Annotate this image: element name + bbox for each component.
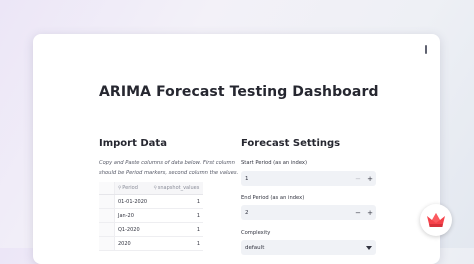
row-index-cell xyxy=(99,236,115,251)
row-index-cell xyxy=(99,194,115,209)
column-type-icon: ⚲ xyxy=(118,186,122,191)
start-period-value[interactable]: 1 xyxy=(241,176,352,182)
column-type-icon: ⚲ xyxy=(153,186,157,191)
table-header-row: ⚲Period ⚲snapshot_values xyxy=(99,182,203,195)
data-editor-table[interactable]: ⚲Period ⚲snapshot_values 01-01-2020 1 Ja… xyxy=(99,182,203,251)
row-index-cell xyxy=(99,222,115,237)
period-cell[interactable]: Jan-20 xyxy=(114,208,151,223)
end-period-value[interactable]: 2 xyxy=(241,210,352,216)
forecast-settings-heading: Forecast Settings xyxy=(241,138,341,149)
page-title: ARIMA Forecast Testing Dashboard xyxy=(99,84,379,100)
column-header-period[interactable]: ⚲Period xyxy=(114,182,151,195)
end-period-input[interactable]: 2 − + xyxy=(241,205,376,220)
value-cell[interactable]: 1 xyxy=(150,236,203,251)
forecast-settings-section: Forecast Settings Start Period (as an in… xyxy=(241,138,376,255)
kebab-menu-icon[interactable] xyxy=(421,43,431,55)
complexity-label: Complexity xyxy=(241,230,271,236)
table-row: 2020 1 xyxy=(99,236,203,251)
period-cell[interactable]: 01-01-2020 xyxy=(114,194,151,209)
end-period-decrement-button[interactable]: − xyxy=(352,205,364,220)
import-instructions: Copy and Paste columns of data below. Fi… xyxy=(99,160,239,176)
period-cell[interactable]: Q1-2020 xyxy=(114,222,151,237)
value-cell[interactable]: 1 xyxy=(150,208,203,223)
table-row: Q1-2020 1 xyxy=(99,222,203,237)
period-cell[interactable]: 2020 xyxy=(114,236,151,251)
column-header-values[interactable]: ⚲snapshot_values xyxy=(150,182,203,195)
start-period-label: Start Period (as an index) xyxy=(241,160,308,166)
crown-icon[interactable] xyxy=(420,204,452,236)
table-row: Jan-20 1 xyxy=(99,208,203,223)
end-period-label: End Period (as an index) xyxy=(241,195,305,201)
index-header xyxy=(99,182,115,195)
row-index-cell xyxy=(99,208,115,223)
start-period-input[interactable]: 1 − + xyxy=(241,171,376,186)
import-data-section: Import Data Copy and Paste columns of da… xyxy=(99,138,239,251)
start-period-decrement-button[interactable]: − xyxy=(352,171,364,186)
import-data-heading: Import Data xyxy=(99,138,167,149)
value-cell[interactable]: 1 xyxy=(150,222,203,237)
value-cell[interactable]: 1 xyxy=(150,194,203,209)
end-period-increment-button[interactable]: + xyxy=(364,205,376,220)
table-row: 01-01-2020 1 xyxy=(99,194,203,209)
app-window: ARIMA Forecast Testing Dashboard Import … xyxy=(33,34,440,264)
start-period-increment-button[interactable]: + xyxy=(364,171,376,186)
